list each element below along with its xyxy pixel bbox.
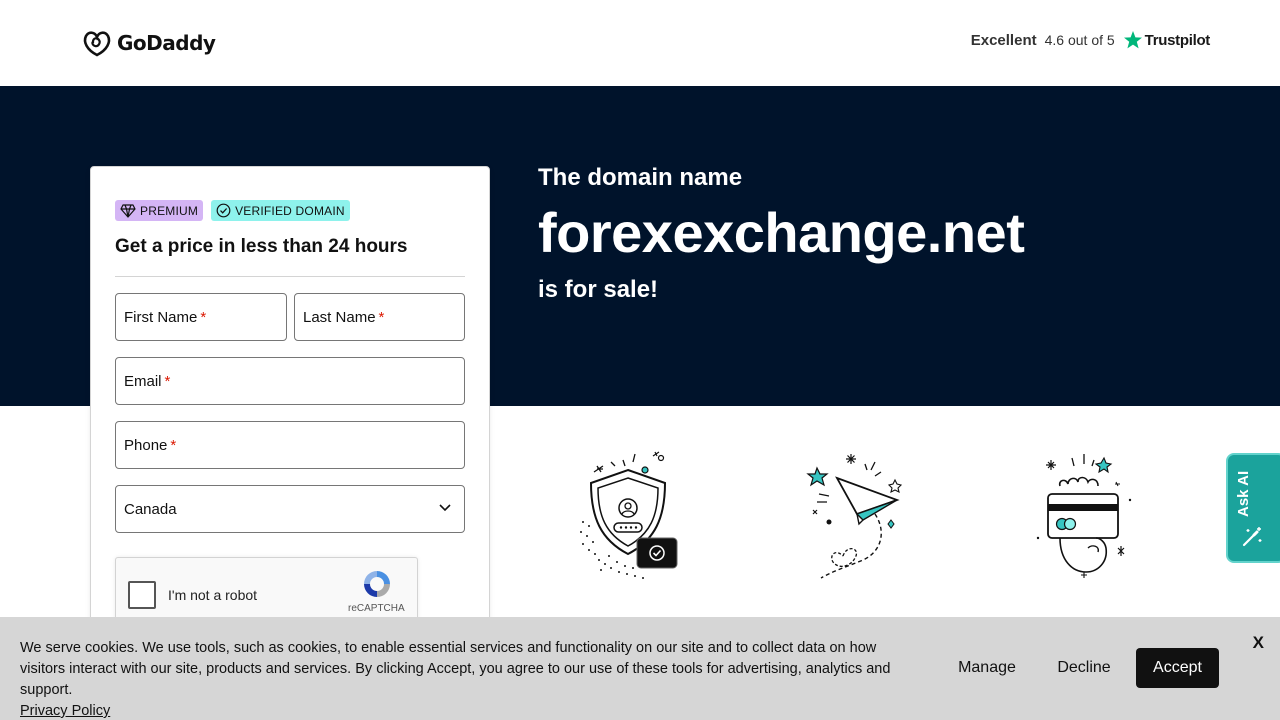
country-selected-value: Canada — [124, 500, 177, 518]
paper-plane-icon — [806, 454, 903, 579]
trustpilot-rating[interactable]: Excellent 4.6 out of 5 Trustpilot — [971, 30, 1210, 50]
site-header: GoDaddy Excellent 4.6 out of 5 Trustpilo… — [0, 0, 1280, 86]
email-field[interactable]: Email * — [115, 357, 465, 405]
cookie-banner: We serve cookies. We use tools, such as … — [0, 617, 1280, 720]
trustpilot-star-icon — [1123, 31, 1142, 49]
hero-subtitle: The domain name — [538, 164, 743, 191]
ask-ai-label: Ask AI — [1235, 470, 1252, 517]
verified-badge-label: VERIFIED DOMAIN — [235, 203, 345, 218]
hero-for-sale: is for sale! — [538, 276, 659, 303]
last-name-label: Last Name — [303, 308, 376, 326]
first-name-field[interactable]: First Name * — [115, 293, 287, 341]
required-mark: * — [378, 308, 385, 326]
check-circle-icon — [216, 203, 231, 218]
verified-domain-badge: VERIFIED DOMAIN — [211, 200, 350, 221]
domain-badges: PREMIUM VERIFIED DOMAIN — [115, 200, 350, 221]
recaptcha-logo-icon — [364, 571, 390, 597]
trustpilot-brand-text: Trustpilot — [1144, 31, 1211, 49]
premium-badge-label: PREMIUM — [140, 203, 199, 218]
required-mark: * — [200, 308, 207, 326]
trustpilot-rating-word: Excellent — [970, 31, 1037, 49]
godaddy-logo-icon — [83, 31, 111, 57]
trustpilot-brand: Trustpilot — [1123, 30, 1210, 50]
cookie-message: We serve cookies. We use tools, such as … — [20, 638, 920, 720]
godaddy-logo[interactable]: GoDaddy — [81, 28, 216, 58]
ask-ai-button[interactable]: Ask AI — [1226, 453, 1280, 563]
premium-badge: PREMIUM — [115, 200, 204, 221]
recaptcha-checkbox[interactable] — [128, 581, 156, 609]
cookie-message-text: We serve cookies. We use tools, such as … — [20, 640, 891, 698]
privacy-policy-link[interactable]: Privacy Policy — [20, 701, 920, 720]
close-icon[interactable]: X — [1253, 633, 1264, 653]
magic-wand-icon — [1242, 527, 1262, 547]
decline-button[interactable]: Decline — [1048, 648, 1120, 688]
first-name-label: First Name — [124, 308, 198, 326]
phone-label: Phone — [124, 436, 168, 454]
required-mark: * — [170, 436, 177, 454]
logo-text: GoDaddy — [117, 31, 216, 55]
trustpilot-score: 4.6 out of 5 — [1044, 32, 1115, 48]
recaptcha-brand: reCAPTCHA — [348, 603, 405, 614]
accept-button[interactable]: Accept — [1136, 648, 1219, 688]
domain-name: forexexchange.net — [538, 201, 1025, 264]
required-mark: * — [164, 372, 171, 390]
form-title: Get a price in less than 24 hours — [115, 236, 408, 257]
country-select[interactable]: Canada — [115, 485, 465, 533]
phone-field[interactable]: Phone * — [115, 421, 465, 469]
credit-card-hand-icon — [1036, 454, 1132, 578]
manage-button[interactable]: Manage — [949, 648, 1025, 688]
secure-shield-icon — [580, 451, 678, 579]
recaptcha-label: I'm not a robot — [168, 587, 258, 603]
form-divider — [115, 276, 465, 277]
chevron-down-icon — [439, 504, 451, 512]
diamond-icon — [120, 203, 136, 218]
email-label: Email — [124, 372, 162, 390]
price-request-form: PREMIUM VERIFIED DOMAIN Get a price in l… — [90, 166, 490, 636]
last-name-field[interactable]: Last Name * — [294, 293, 465, 341]
